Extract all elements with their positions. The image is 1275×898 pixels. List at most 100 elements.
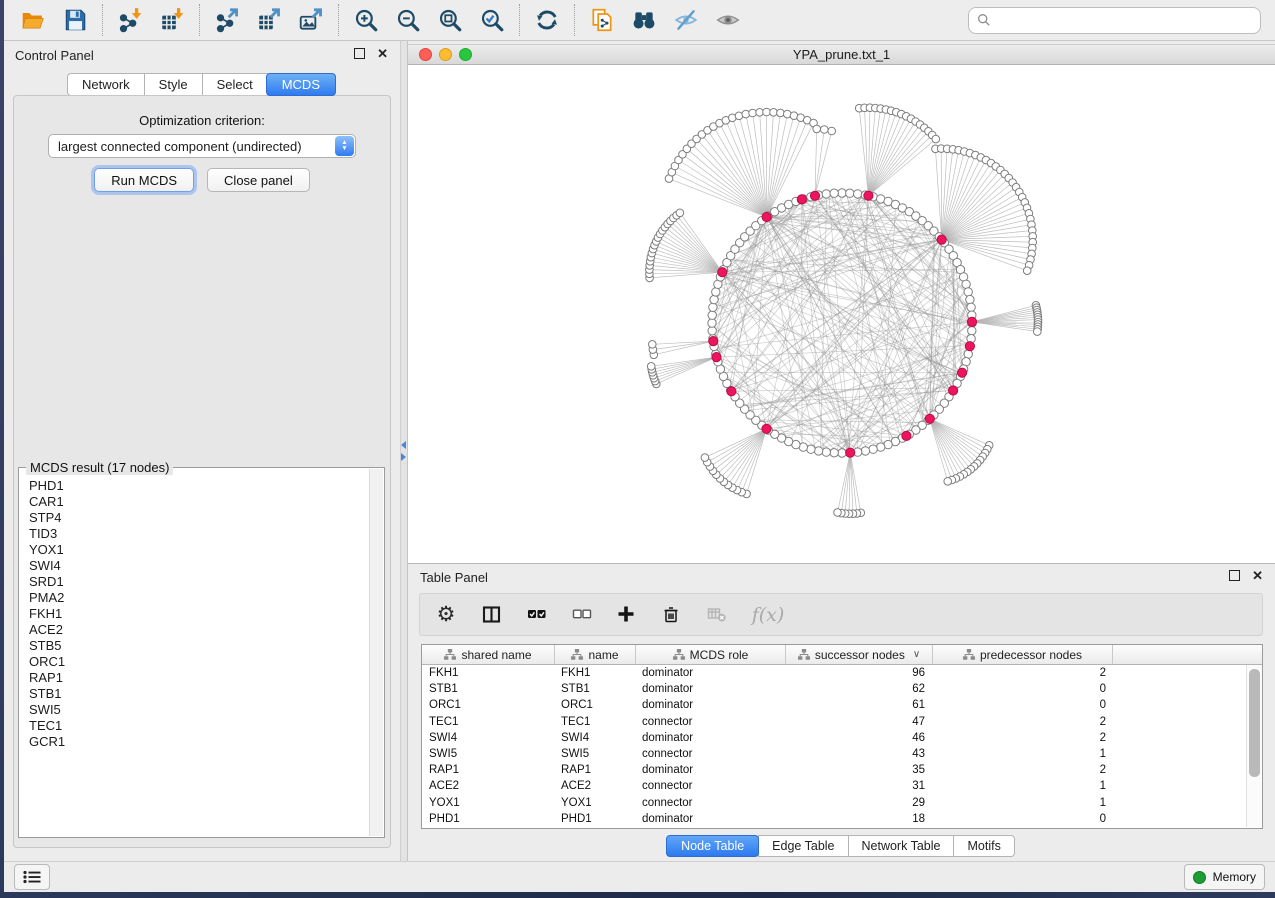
splitter-expand-icon[interactable] <box>401 453 406 461</box>
control-panel-window-buttons: ✕ <box>354 48 388 59</box>
optimization-criterion-label: Optimization criterion: <box>14 113 390 128</box>
column-header-empty <box>1113 645 1262 664</box>
mcds-result-item[interactable]: YOX1 <box>29 542 368 558</box>
tab-motifs[interactable]: Motifs <box>953 835 1014 857</box>
split-columns-button[interactable] <box>479 603 503 627</box>
tab-network[interactable]: Network <box>67 73 145 96</box>
tab-mcds[interactable]: MCDS <box>266 73 336 96</box>
table-row[interactable]: STB1STB1dominator620 <box>422 681 1247 697</box>
export-image-button[interactable] <box>293 5 329 35</box>
binoculars-button[interactable] <box>626 5 662 35</box>
table-row[interactable]: ORC1ORC1dominator610 <box>422 697 1247 713</box>
dropdown-value: largest connected component (undirected) <box>58 139 302 154</box>
mcds-result-item[interactable]: ORC1 <box>29 654 368 670</box>
table-row[interactable]: TEC1TEC1connector472 <box>422 714 1247 730</box>
cell-successor-nodes: 47 <box>786 716 933 728</box>
mcds-result-item[interactable]: SWI4 <box>29 558 368 574</box>
mcds-result-item[interactable]: STP4 <box>29 510 368 526</box>
minimize-window-icon[interactable] <box>439 48 452 61</box>
cell-predecessor-nodes: 1 <box>933 748 1113 760</box>
network-window-titlebar[interactable]: YPA_prune.txt_1 <box>408 44 1275 65</box>
add-column-button[interactable] <box>614 603 638 627</box>
refresh-button[interactable] <box>529 5 565 35</box>
zoom-out-button[interactable] <box>390 5 426 35</box>
network-view-window: YPA_prune.txt_1 <box>408 41 1275 563</box>
column-header-predecessor-nodes[interactable]: predecessor nodes <box>933 645 1113 664</box>
show-eye-button[interactable] <box>710 5 746 35</box>
memory-button[interactable]: Memory <box>1184 864 1265 890</box>
zoom-window-icon[interactable] <box>459 48 472 61</box>
save-button[interactable] <box>57 5 93 35</box>
column-header-name[interactable]: name <box>555 645 636 664</box>
table-row[interactable]: FKH1FKH1dominator962 <box>422 665 1247 681</box>
tab-node-table[interactable]: Node Table <box>666 835 759 857</box>
network-canvas[interactable] <box>408 65 1275 563</box>
network-graph[interactable] <box>408 65 1275 563</box>
import-network-button[interactable] <box>112 5 148 35</box>
float-panel-icon[interactable] <box>354 48 365 59</box>
table-scrollbar[interactable] <box>1246 665 1262 827</box>
table-row[interactable]: SWI5SWI5connector431 <box>422 746 1247 762</box>
cell-name: FKH1 <box>555 667 636 679</box>
unselect-all-checkboxes-button[interactable] <box>569 603 593 627</box>
delete-column-button[interactable] <box>659 603 683 627</box>
close-window-icon[interactable] <box>419 48 432 61</box>
close-panel-icon[interactable]: ✕ <box>377 48 388 59</box>
mcds-result-item[interactable]: ACE2 <box>29 622 368 638</box>
export-table-button[interactable] <box>251 5 287 35</box>
mcds-result-item[interactable]: SRD1 <box>29 574 368 590</box>
select-all-checkboxes-icon <box>526 604 547 625</box>
open-folder-button[interactable] <box>15 5 51 35</box>
copy-share-button[interactable] <box>584 5 620 35</box>
close-panel-icon[interactable]: ✕ <box>1252 570 1263 581</box>
mcds-result-item[interactable]: CAR1 <box>29 494 368 510</box>
mcds-result-item[interactable]: STB5 <box>29 638 368 654</box>
zoom-selected-button[interactable] <box>474 5 510 35</box>
cell-predecessor-nodes: 0 <box>933 813 1113 825</box>
mcds-result-item[interactable]: SWI5 <box>29 702 368 718</box>
mcds-result-item[interactable]: PMA2 <box>29 590 368 606</box>
dropdown-stepper-icon[interactable]: ▲▼ <box>335 136 354 156</box>
mcds-result-scrollbar[interactable] <box>369 469 383 836</box>
panel-splitter[interactable] <box>400 41 408 861</box>
tab-network-table[interactable]: Network Table <box>848 835 955 857</box>
mcds-result-item[interactable]: GCR1 <box>29 734 368 750</box>
tab-select[interactable]: Select <box>202 73 268 96</box>
search-input[interactable] <box>991 13 1260 28</box>
column-type-icon <box>798 649 810 660</box>
show-panels-button[interactable] <box>14 864 50 890</box>
float-panel-icon[interactable] <box>1229 570 1240 581</box>
gear-button[interactable]: ⚙ <box>434 603 458 627</box>
splitter-collapse-icon[interactable] <box>401 441 406 449</box>
export-network-button[interactable] <box>209 5 245 35</box>
mcds-result-item[interactable]: PHD1 <box>29 478 368 494</box>
hide-eye-button[interactable] <box>668 5 704 35</box>
mcds-result-item[interactable]: STB1 <box>29 686 368 702</box>
mcds-panel: Optimization criterion: largest connecte… <box>13 95 391 848</box>
table-row[interactable]: ACE2ACE2connector311 <box>422 778 1247 794</box>
import-table-button[interactable] <box>154 5 190 35</box>
optimization-criterion-dropdown[interactable]: largest connected component (undirected)… <box>48 134 356 158</box>
table-row[interactable]: SWI4SWI4dominator462 <box>422 730 1247 746</box>
run-mcds-button[interactable]: Run MCDS <box>94 168 194 192</box>
mcds-result-item[interactable]: RAP1 <box>29 670 368 686</box>
column-header-MCDS-role[interactable]: MCDS role <box>636 645 786 664</box>
zoom-in-button[interactable] <box>348 5 384 35</box>
table-row[interactable]: PHD1PHD1dominator180 <box>422 811 1247 827</box>
column-header-shared-name[interactable]: shared name <box>422 645 555 664</box>
column-header-successor-nodes[interactable]: successor nodes∨ <box>786 645 933 664</box>
cell-successor-nodes: 61 <box>786 699 933 711</box>
close-panel-button[interactable]: Close panel <box>207 168 310 192</box>
tab-style[interactable]: Style <box>144 73 203 96</box>
mcds-result-item[interactable]: FKH1 <box>29 606 368 622</box>
tab-edge-table[interactable]: Edge Table <box>758 835 848 857</box>
table-row[interactable]: YOX1YOX1connector291 <box>422 795 1247 811</box>
zoom-fit-button[interactable] <box>432 5 468 35</box>
function-builder-button: f(x) <box>749 603 787 627</box>
select-all-checkboxes-button[interactable] <box>524 603 548 627</box>
scrollbar-thumb[interactable] <box>1249 669 1260 777</box>
mcds-result-item[interactable]: TID3 <box>29 526 368 542</box>
table-row[interactable]: RAP1RAP1dominator352 <box>422 762 1247 778</box>
cell-predecessor-nodes: 2 <box>933 732 1113 744</box>
mcds-result-item[interactable]: TEC1 <box>29 718 368 734</box>
